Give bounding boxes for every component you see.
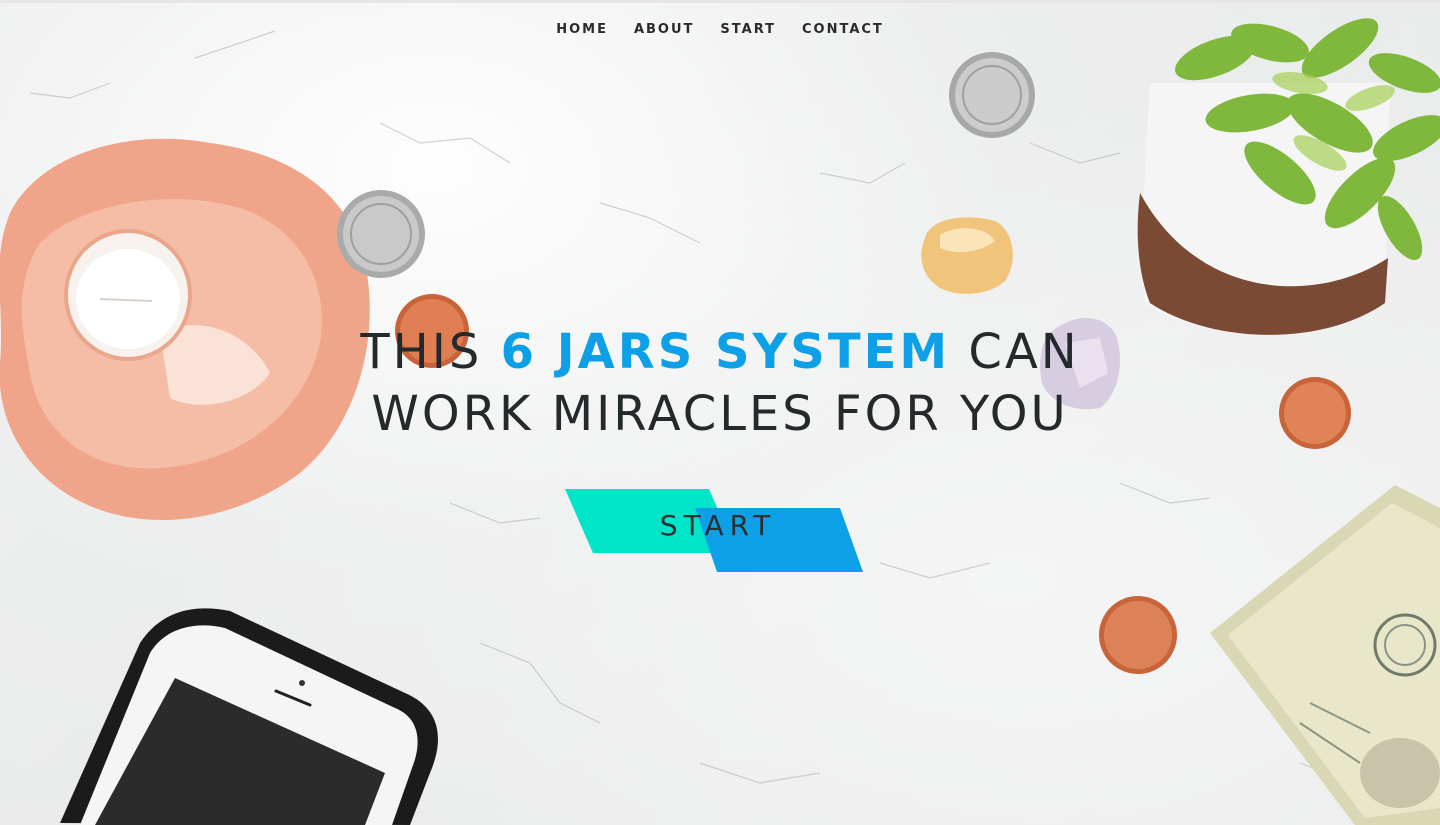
hero-headline: THIS 6 JARS SYSTEM CAN WORK MIRACLES FOR…: [0, 321, 1440, 445]
start-button[interactable]: START: [565, 489, 865, 573]
landing-page: HOME ABOUT START CONTACT THIS 6 JARS SYS…: [0, 0, 1440, 825]
nav-start-link[interactable]: START: [720, 22, 776, 37]
nav-home-link[interactable]: HOME: [556, 22, 608, 37]
citrine-stone: [921, 217, 1013, 294]
headline-suffix: CAN: [950, 324, 1080, 380]
quarter-coin-left: [337, 190, 425, 278]
headline-accent: 6 JARS SYSTEM: [500, 324, 951, 380]
dollar-bill-image: [1210, 485, 1440, 825]
headline-prefix: THIS: [360, 324, 501, 380]
start-button-label: START: [659, 509, 777, 542]
phone-image: [60, 608, 438, 825]
main-nav: HOME ABOUT START CONTACT: [0, 22, 1440, 37]
headline-line-2: WORK MIRACLES FOR YOU: [371, 386, 1069, 442]
penny-coin: [1099, 596, 1177, 674]
nav-contact-link[interactable]: CONTACT: [802, 22, 884, 37]
nav-about-link[interactable]: ABOUT: [634, 22, 694, 37]
succulent-plant-image: [1137, 18, 1440, 335]
quarter-coin-top: [949, 52, 1035, 138]
